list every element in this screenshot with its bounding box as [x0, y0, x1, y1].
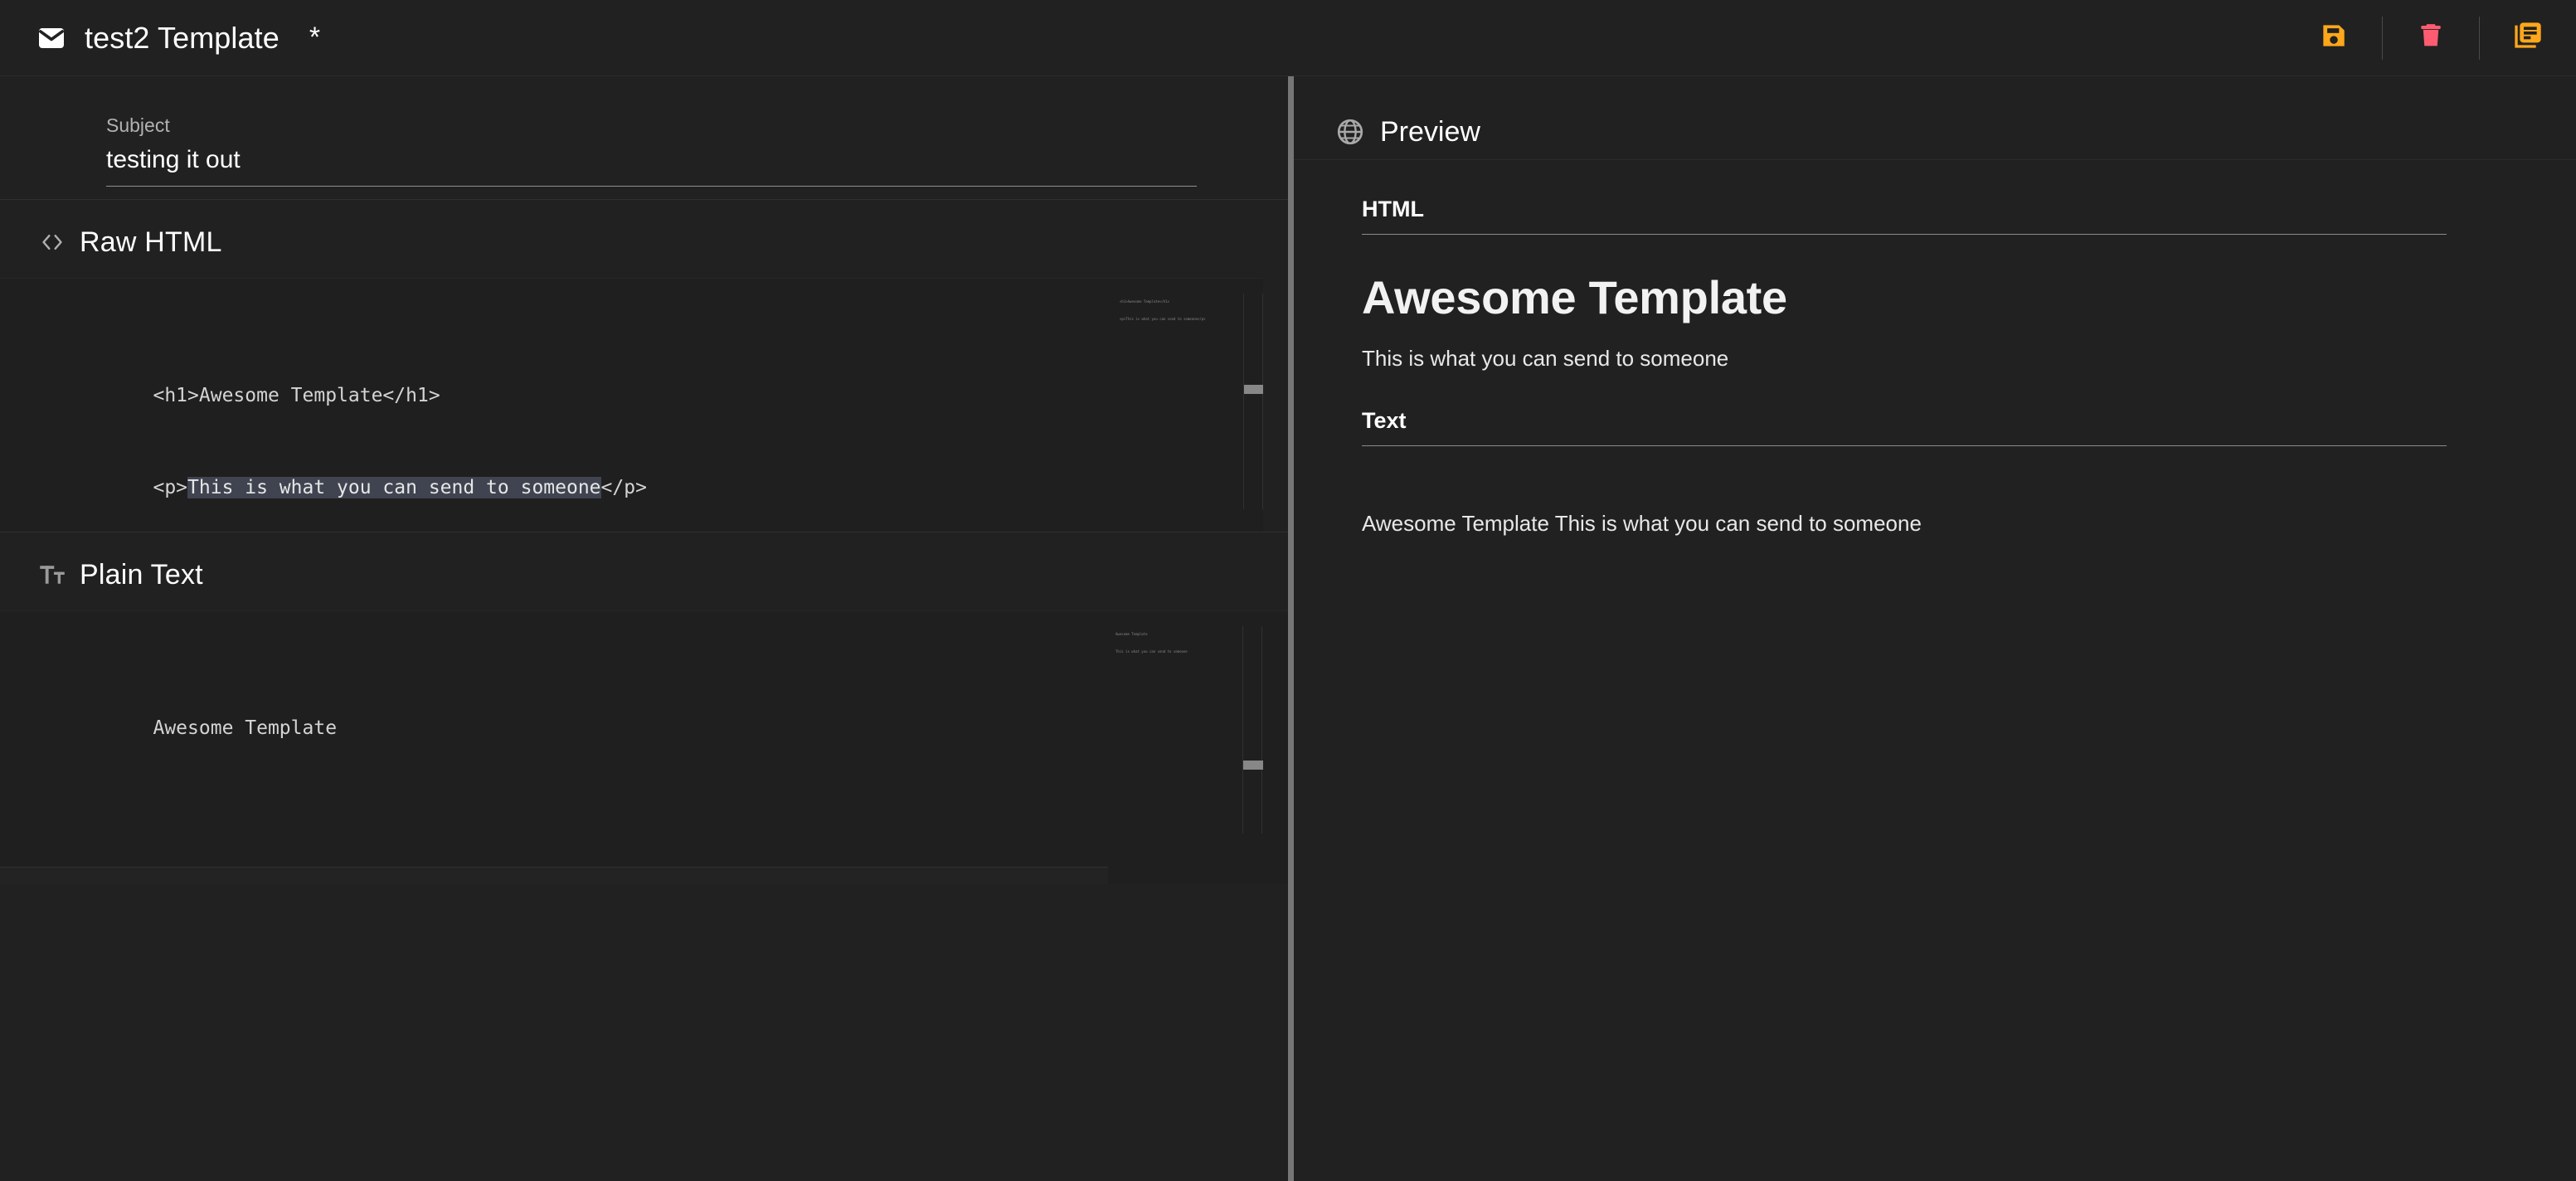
format-size-icon — [38, 561, 66, 589]
trash-icon — [2415, 20, 2447, 56]
preview-pane: Preview HTML Awesome Template This is wh… — [1294, 76, 2576, 1181]
raw-html-scrollbar[interactable] — [1243, 294, 1263, 509]
save-icon — [2318, 20, 2350, 56]
library-books-icon — [2511, 19, 2544, 56]
selected-code-text: This is what you can send to someone — [187, 477, 601, 498]
plain-text-code[interactable]: Awesome Template This is what you can se… — [0, 611, 1288, 884]
preview-header: Preview — [1294, 76, 2576, 159]
code-text: <h1>Awesome Template</h1> — [153, 385, 440, 406]
templates-library-button[interactable] — [2480, 0, 2576, 76]
subject-label: Subject — [106, 114, 170, 136]
preview-text-body: Awesome Template This is what you can se… — [1362, 511, 1922, 537]
delete-button[interactable] — [2383, 0, 2479, 76]
raw-html-title: Raw HTML — [80, 226, 222, 258]
plain-text-scrollbar[interactable] — [1242, 626, 1263, 834]
minimap-line: <p>This is what you can send to someone<… — [1120, 317, 1206, 321]
pane-splitter[interactable] — [1288, 76, 1294, 1181]
plain-text-section-header: Plain Text — [0, 532, 1288, 610]
code-text: <p> — [153, 477, 188, 498]
code-icon — [38, 228, 66, 256]
preview-html-render: Awesome Template This is what you can se… — [1362, 235, 2521, 372]
raw-html-code[interactable]: <h1>Awesome Template</h1> <p>This is wha… — [0, 279, 1263, 532]
top-bar-actions — [2286, 0, 2576, 76]
unsaved-changes-indicator: * — [309, 22, 321, 53]
plain-text-title: Plain Text — [80, 558, 203, 590]
preview-body: HTML Awesome Template This is what you c… — [1294, 159, 2576, 1180]
mail-icon — [36, 23, 66, 53]
save-button[interactable] — [2286, 0, 2382, 76]
preview-text-label: Text — [1362, 408, 1407, 434]
email-template-editor: test2 Template * Subject testing it out … — [0, 0, 2576, 1181]
raw-html-editor[interactable]: <h1>Awesome Template</h1> <p>This is wha… — [0, 278, 1263, 532]
subject-block: Subject — [0, 76, 1288, 199]
preview-heading: Awesome Template — [1362, 271, 1787, 323]
plain-text-editor[interactable]: Awesome Template This is what you can se… — [0, 610, 1288, 884]
preview-text-section: Text Awesome Template This is what you c… — [1294, 372, 2576, 537]
preview-paragraph: This is what you can send to someone — [1362, 346, 1729, 372]
code-line: Awesome Template — [38, 683, 1288, 739]
code-line-active: This is what you can send to someone — [0, 867, 1108, 884]
code-text: </p> — [600, 477, 647, 498]
top-bar: test2 Template * — [0, 0, 2576, 76]
code-line: <p>This is what you can send to someone<… — [38, 442, 1263, 498]
code-text: Awesome Template — [153, 717, 338, 739]
editor-pane: Subject Raw HTML <h1>Awesome Template</h… — [0, 76, 1288, 1181]
raw-html-section-header: Raw HTML — [0, 200, 1288, 278]
raw-html-minimap[interactable]: <h1>Awesome Template</h1> <p>This is wha… — [1120, 287, 1263, 532]
preview-title: Preview — [1380, 115, 1480, 148]
plain-text-scrollbar-thumb[interactable] — [1243, 761, 1263, 770]
preview-html-section: HTML Awesome Template This is what you c… — [1294, 160, 2576, 372]
globe-icon — [1335, 117, 1365, 147]
page-title: test2 Template — [85, 20, 279, 55]
top-bar-left: test2 Template * — [0, 21, 320, 56]
subject-input[interactable] — [106, 146, 1197, 174]
preview-html-label: HTML — [1362, 197, 1424, 221]
minimap-line: <h1>Awesome Template</h1> — [1120, 299, 1170, 304]
code-line: <h1>Awesome Template</h1> — [38, 350, 1263, 406]
subject-field[interactable] — [106, 146, 1197, 187]
raw-html-scrollbar-thumb[interactable] — [1244, 385, 1263, 394]
